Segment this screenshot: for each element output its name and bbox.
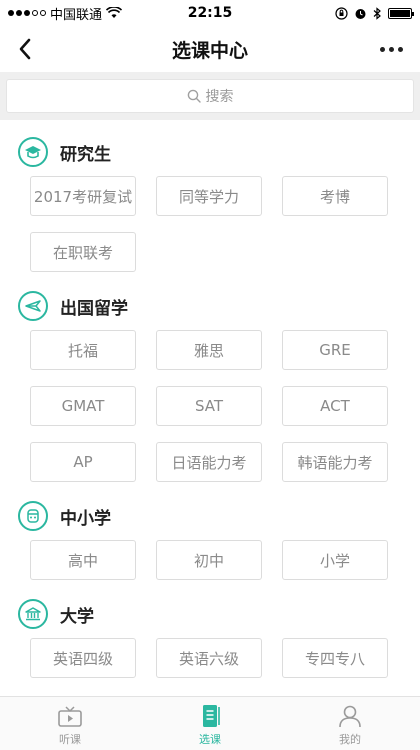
course-tag[interactable]: 考博 [282, 176, 388, 216]
page-title: 选课中心 [171, 39, 248, 62]
tab-label: 我的 [339, 733, 361, 746]
tv-icon [58, 706, 82, 727]
course-tag[interactable]: ACT [282, 386, 388, 426]
section-title: 研究生 [60, 144, 111, 165]
section-graduate: 研究生 2017考研复试 同等学力 考博 在职联考 [0, 128, 420, 282]
course-tag[interactable]: SAT [156, 386, 262, 426]
status-bar: 中国联通 22:15 [0, 0, 420, 26]
course-tag[interactable]: 专四专八 [282, 638, 388, 678]
course-tag[interactable]: 在职联考 [30, 232, 136, 272]
more-dots-icon [379, 46, 385, 52]
course-tag[interactable]: AP [30, 442, 136, 482]
course-tag[interactable]: 英语四级 [30, 638, 136, 678]
university-icon [18, 599, 48, 629]
section-title: 出国留学 [60, 298, 128, 319]
tab-listen[interactable]: 听课 [0, 697, 140, 750]
tag-grid: 英语四级 英语六级 专四专八 [0, 638, 420, 688]
course-category-list: 研究生 2017考研复试 同等学力 考博 在职联考 出国留学 托福 雅思 GRE… [0, 128, 420, 696]
section-header: 研究生 [0, 128, 420, 176]
course-tag[interactable]: 高中 [30, 540, 136, 580]
section-university: 大学 英语四级 英语六级 专四专八 [0, 590, 420, 688]
course-tag[interactable]: 2017考研复试 [30, 176, 136, 216]
course-tag[interactable]: 同等学力 [156, 176, 262, 216]
course-tag[interactable]: GRE [282, 330, 388, 370]
tag-grid: 托福 雅思 GRE GMAT SAT ACT AP 日语能力考 韩语能力考 [0, 330, 420, 492]
airplane-icon [18, 291, 48, 321]
tab-bar: 听课 选课 我的 [0, 696, 420, 750]
student-icon [18, 501, 48, 531]
status-right [252, 6, 414, 20]
course-tag[interactable]: 小学 [282, 540, 388, 580]
section-k12: 中小学 高中 初中 小学 [0, 492, 420, 590]
tag-grid: 高中 初中 小学 [0, 540, 420, 590]
tab-mine[interactable]: 我的 [280, 697, 420, 750]
course-tag[interactable]: 初中 [156, 540, 262, 580]
course-tag[interactable]: 英语六级 [156, 638, 262, 678]
graduation-cap-icon [18, 137, 48, 167]
tab-courses[interactable]: 选课 [140, 697, 280, 750]
chevron-left-icon [19, 38, 31, 60]
bluetooth-icon [373, 6, 381, 20]
course-tag[interactable]: 托福 [30, 330, 136, 370]
course-tag[interactable]: 雅思 [156, 330, 262, 370]
search-input[interactable]: 搜索 [6, 79, 414, 113]
orientation-lock-icon [335, 6, 348, 20]
status-time: 22:15 [187, 5, 233, 21]
status-left: 中国联通 [8, 4, 168, 23]
carrier-name: 中国联通 [50, 7, 103, 23]
signal-strength-icon [8, 10, 46, 16]
search-icon [187, 89, 201, 103]
section-title: 中小学 [60, 508, 111, 529]
more-button[interactable] [374, 34, 408, 64]
search-placeholder: 搜索 [205, 89, 234, 105]
course-tag[interactable]: 日语能力考 [156, 442, 262, 482]
section-header: 出国留学 [0, 282, 420, 330]
tab-label: 选课 [199, 733, 221, 746]
back-button[interactable] [10, 34, 40, 64]
section-header: 大学 [0, 590, 420, 638]
section-header: 中小学 [0, 492, 420, 540]
course-tag[interactable]: GMAT [30, 386, 136, 426]
course-book-icon [203, 705, 220, 727]
section-title: 大学 [60, 606, 94, 627]
alarm-icon [355, 8, 366, 19]
wifi-icon [106, 7, 123, 18]
nav-bar: 选课中心 [0, 26, 420, 72]
search-bar: 搜索 [0, 72, 420, 120]
section-study-abroad: 出国留学 托福 雅思 GRE GMAT SAT ACT AP 日语能力考 韩语能… [0, 282, 420, 492]
battery-icon [388, 7, 414, 19]
course-tag[interactable]: 韩语能力考 [282, 442, 388, 482]
tab-label: 听课 [59, 733, 81, 746]
profile-icon [339, 705, 361, 728]
tag-grid: 2017考研复试 同等学力 考博 在职联考 [0, 176, 420, 282]
